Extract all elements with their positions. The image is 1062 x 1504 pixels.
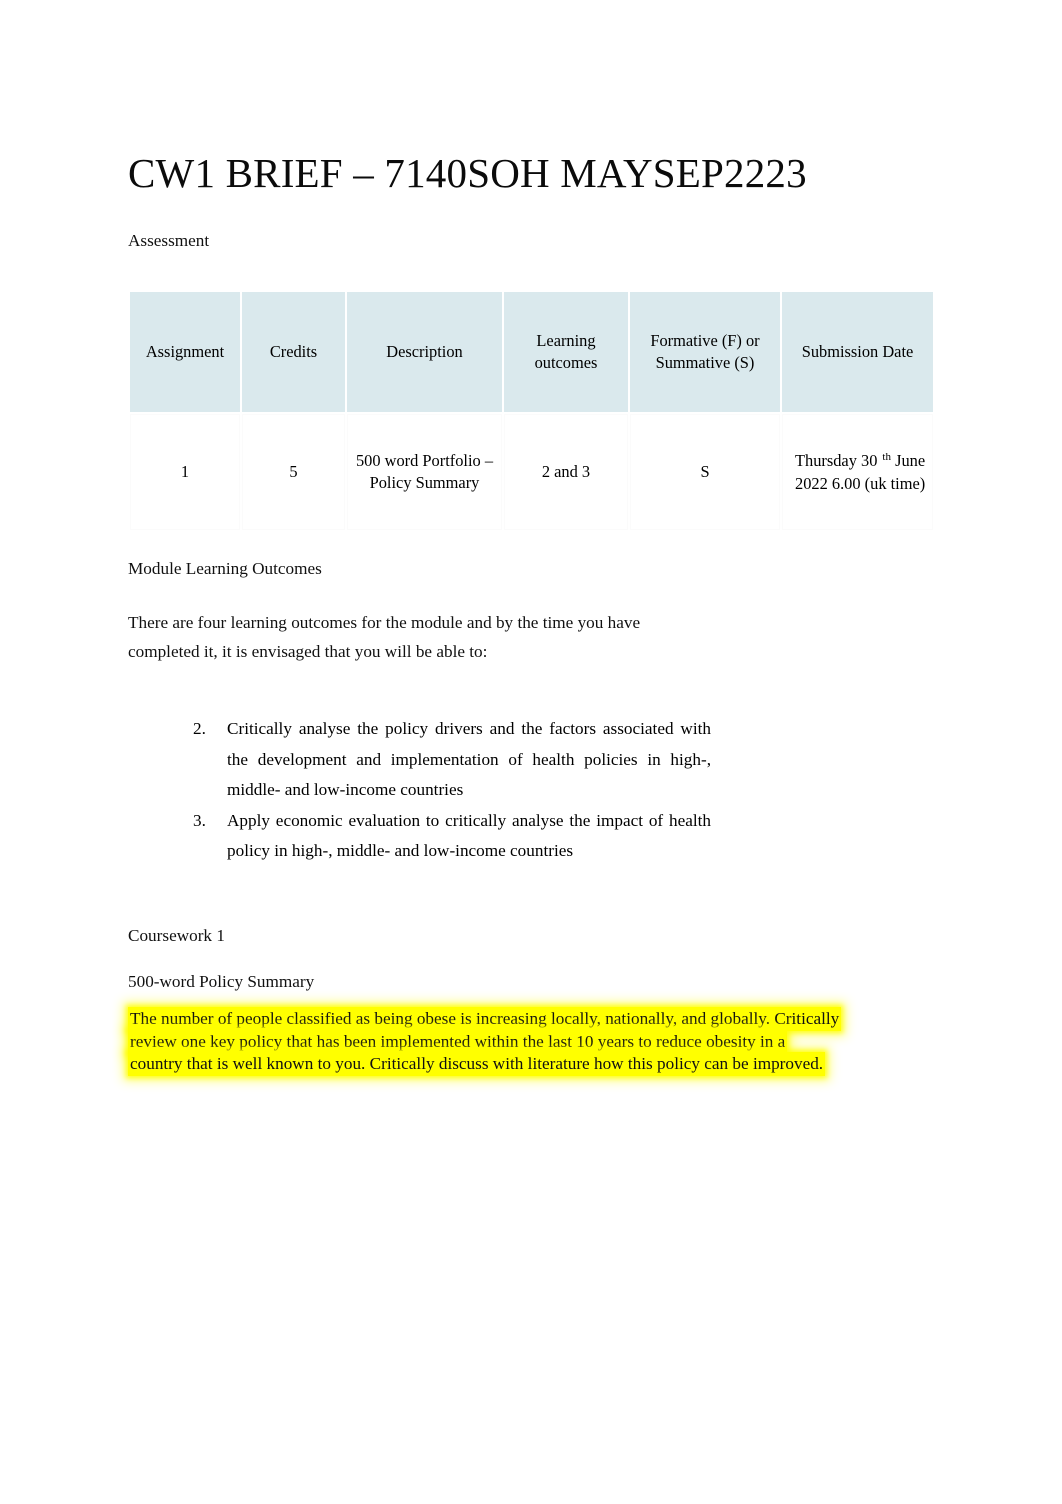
assessment-table: Assignment Credits Description Learning … bbox=[128, 290, 935, 532]
list-item-text: Apply economic evaluation to critically … bbox=[227, 810, 711, 861]
column-header-learning-outcomes: Learning outcomes bbox=[504, 292, 628, 412]
submission-date-ordinal-suffix: th bbox=[882, 450, 891, 463]
column-header-assignment: Assignment bbox=[130, 292, 240, 412]
list-item-number: 3. bbox=[193, 810, 206, 830]
column-header-credits: Credits bbox=[242, 292, 345, 412]
column-header-description: Description bbox=[347, 292, 502, 412]
module-learning-outcomes-heading: Module Learning Outcomes bbox=[128, 559, 322, 578]
module-learning-outcomes-intro: There are four learning outcomes for the… bbox=[128, 613, 641, 661]
cell-assignment: 1 bbox=[130, 414, 240, 530]
list-item: 3. Apply economic evaluation to critical… bbox=[193, 806, 711, 867]
highlighted-brief-text: The number of people classified as being… bbox=[128, 1007, 842, 1077]
list-item-text: Critically analyse the policy drivers an… bbox=[227, 719, 711, 800]
cell-description: 500 word Portfolio – Policy Summary bbox=[347, 414, 502, 530]
list-item: 2. Critically analyse the policy drivers… bbox=[193, 714, 711, 806]
assessment-table-body: 1 5 500 word Portfolio – Policy Summary … bbox=[130, 414, 933, 530]
column-header-submission-date: Submission Date bbox=[782, 292, 933, 412]
assessment-table-header: Assignment Credits Description Learning … bbox=[130, 292, 933, 412]
learning-outcomes-list: 2. Critically analyse the policy drivers… bbox=[193, 714, 711, 867]
table-header-row: Assignment Credits Description Learning … bbox=[130, 292, 933, 412]
cell-credits: 5 bbox=[242, 414, 345, 530]
table-row: 1 5 500 word Portfolio – Policy Summary … bbox=[130, 414, 933, 530]
submission-date-day: Thursday 30 bbox=[795, 451, 878, 470]
column-header-formative-summative: Formative (F) or Summative (S) bbox=[630, 292, 780, 412]
policy-summary-label: 500-word Policy Summary bbox=[128, 972, 315, 991]
coursework-brief-block: The number of people classified as being… bbox=[128, 1007, 842, 1077]
cell-learning-outcomes: 2 and 3 bbox=[504, 414, 628, 530]
page-title: CW1 BRIEF – 7140SOH MAYSEP2223 bbox=[128, 150, 807, 197]
coursework-label: Coursework 1 bbox=[128, 926, 225, 945]
cell-formative-summative: S bbox=[630, 414, 780, 530]
cell-submission-date: Thursday 30th June 2022 6.00 (uk time) bbox=[782, 414, 933, 530]
document-page: CW1 BRIEF – 7140SOH MAYSEP2223 Assessmen… bbox=[0, 0, 1062, 1504]
assessment-label: Assessment bbox=[128, 231, 210, 250]
list-item-number: 2. bbox=[193, 719, 206, 738]
